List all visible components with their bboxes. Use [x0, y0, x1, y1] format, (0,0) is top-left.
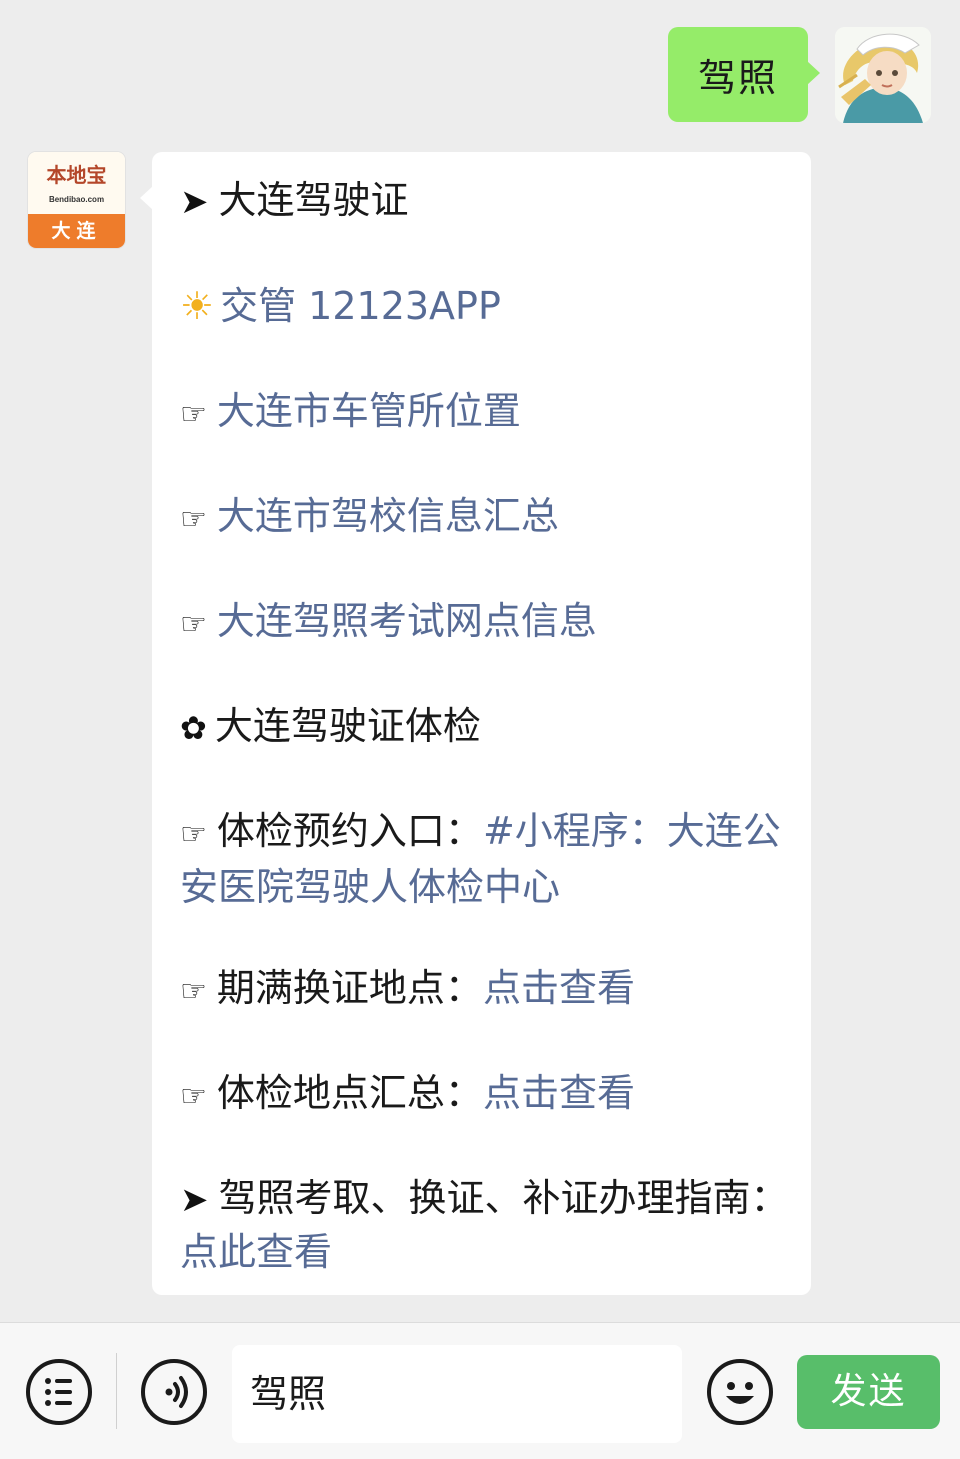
sun-icon: ☀ — [180, 284, 215, 328]
app-link[interactable]: 交管 12123APP — [220, 284, 501, 328]
voice-icon — [165, 1376, 188, 1408]
entry-colon: ： — [444, 809, 483, 853]
sent-message-text: 驾照 — [697, 56, 778, 100]
logo-name: 本地宝 — [46, 163, 107, 187]
user-avatar[interactable] — [835, 27, 931, 123]
heading-text: 大连驾驶证 — [218, 178, 409, 222]
entry-colon: ： — [444, 966, 483, 1010]
sent-message-bubble[interactable]: 驾照 — [668, 27, 820, 122]
emoji-icon — [726, 1382, 754, 1404]
reply-line-entry: ☞ 体检预约入口：#小程序：大连公安医院驾驶人体检中心 — [180, 805, 792, 913]
arrow-icon: ➤ — [180, 1180, 209, 1220]
reply-line-entry: ➤ 驾照考取、换证、补证办理指南： 点此查看 — [180, 1172, 792, 1278]
toolbar-divider — [116, 1353, 117, 1429]
voice-button[interactable] — [141, 1359, 207, 1425]
pointing-hand-icon: ☞ — [180, 607, 207, 642]
entry-label: 期满换证地点 — [216, 966, 445, 1010]
bot-avatar-logo: 本地宝 Bendibao.com — [28, 152, 125, 214]
pointing-hand-icon: ☞ — [180, 502, 207, 537]
reply-line-heading: ✿ 大连驾驶证体检 — [180, 700, 792, 754]
entry-colon: ： — [444, 1071, 483, 1115]
exam-site-link[interactable]: 大连驾照考试网点信息 — [217, 599, 597, 643]
reply-line-link[interactable]: ☞ 大连市驾校信息汇总 — [180, 490, 792, 546]
entry-label: 体检地点汇总 — [216, 1071, 445, 1115]
pointing-hand-icon: ☞ — [180, 1079, 207, 1114]
arrow-icon: ➤ — [180, 182, 209, 222]
guide-link[interactable]: 点此查看 — [180, 1230, 332, 1274]
entry-label: 驾照考取、换证、补证办理指南 — [218, 1176, 751, 1220]
reply-line-link[interactable]: ☞ 大连驾照考试网点信息 — [180, 595, 792, 651]
message-input[interactable]: 驾照 — [232, 1345, 682, 1443]
flower-icon: ✿ — [180, 709, 207, 747]
reply-line-link[interactable]: ☀ 交管 12123APP — [180, 280, 792, 332]
reply-line-entry: ☞ 体检地点汇总：点击查看 — [180, 1067, 792, 1123]
pointing-hand-icon: ☞ — [180, 397, 207, 432]
reply-line-heading: ➤ 大连驾驶证 — [180, 174, 792, 228]
logo-url: Bendibao.com — [48, 195, 105, 204]
menu-button[interactable] — [26, 1359, 92, 1425]
view-link[interactable]: 点击查看 — [483, 966, 635, 1010]
user-avatar-illustration — [835, 27, 931, 123]
menu-icon — [45, 1378, 72, 1406]
entry-colon: ： — [750, 1176, 789, 1220]
vehicle-office-link[interactable]: 大连市车管所位置 — [217, 389, 521, 433]
pointing-hand-icon: ☞ — [180, 974, 207, 1009]
view-link[interactable]: 点击查看 — [483, 1071, 635, 1115]
reply-line-entry: ☞ 期满换证地点：点击查看 — [180, 962, 792, 1018]
input-bar: 驾照 发送 — [0, 1322, 960, 1459]
emoji-button[interactable] — [707, 1359, 773, 1425]
reply-bubble: ➤ 大连驾驶证 ☀ 交管 12123APP ☞ 大连市车管所位置 ☞ 大连市驾校信息汇总… — [140, 152, 811, 1295]
bot-avatar[interactable]: 本地宝 Bendibao.com 大连 — [28, 152, 125, 248]
logo-city: 大连 — [28, 214, 125, 248]
driving-school-link[interactable]: 大连市驾校信息汇总 — [217, 494, 559, 538]
heading-text: 大连驾驶证体检 — [214, 704, 481, 748]
send-button[interactable]: 发送 — [797, 1355, 940, 1429]
pointing-hand-icon: ☞ — [180, 817, 207, 852]
reply-line-link[interactable]: ☞ 大连市车管所位置 — [180, 385, 792, 441]
entry-label: 体检预约入口 — [216, 809, 445, 853]
